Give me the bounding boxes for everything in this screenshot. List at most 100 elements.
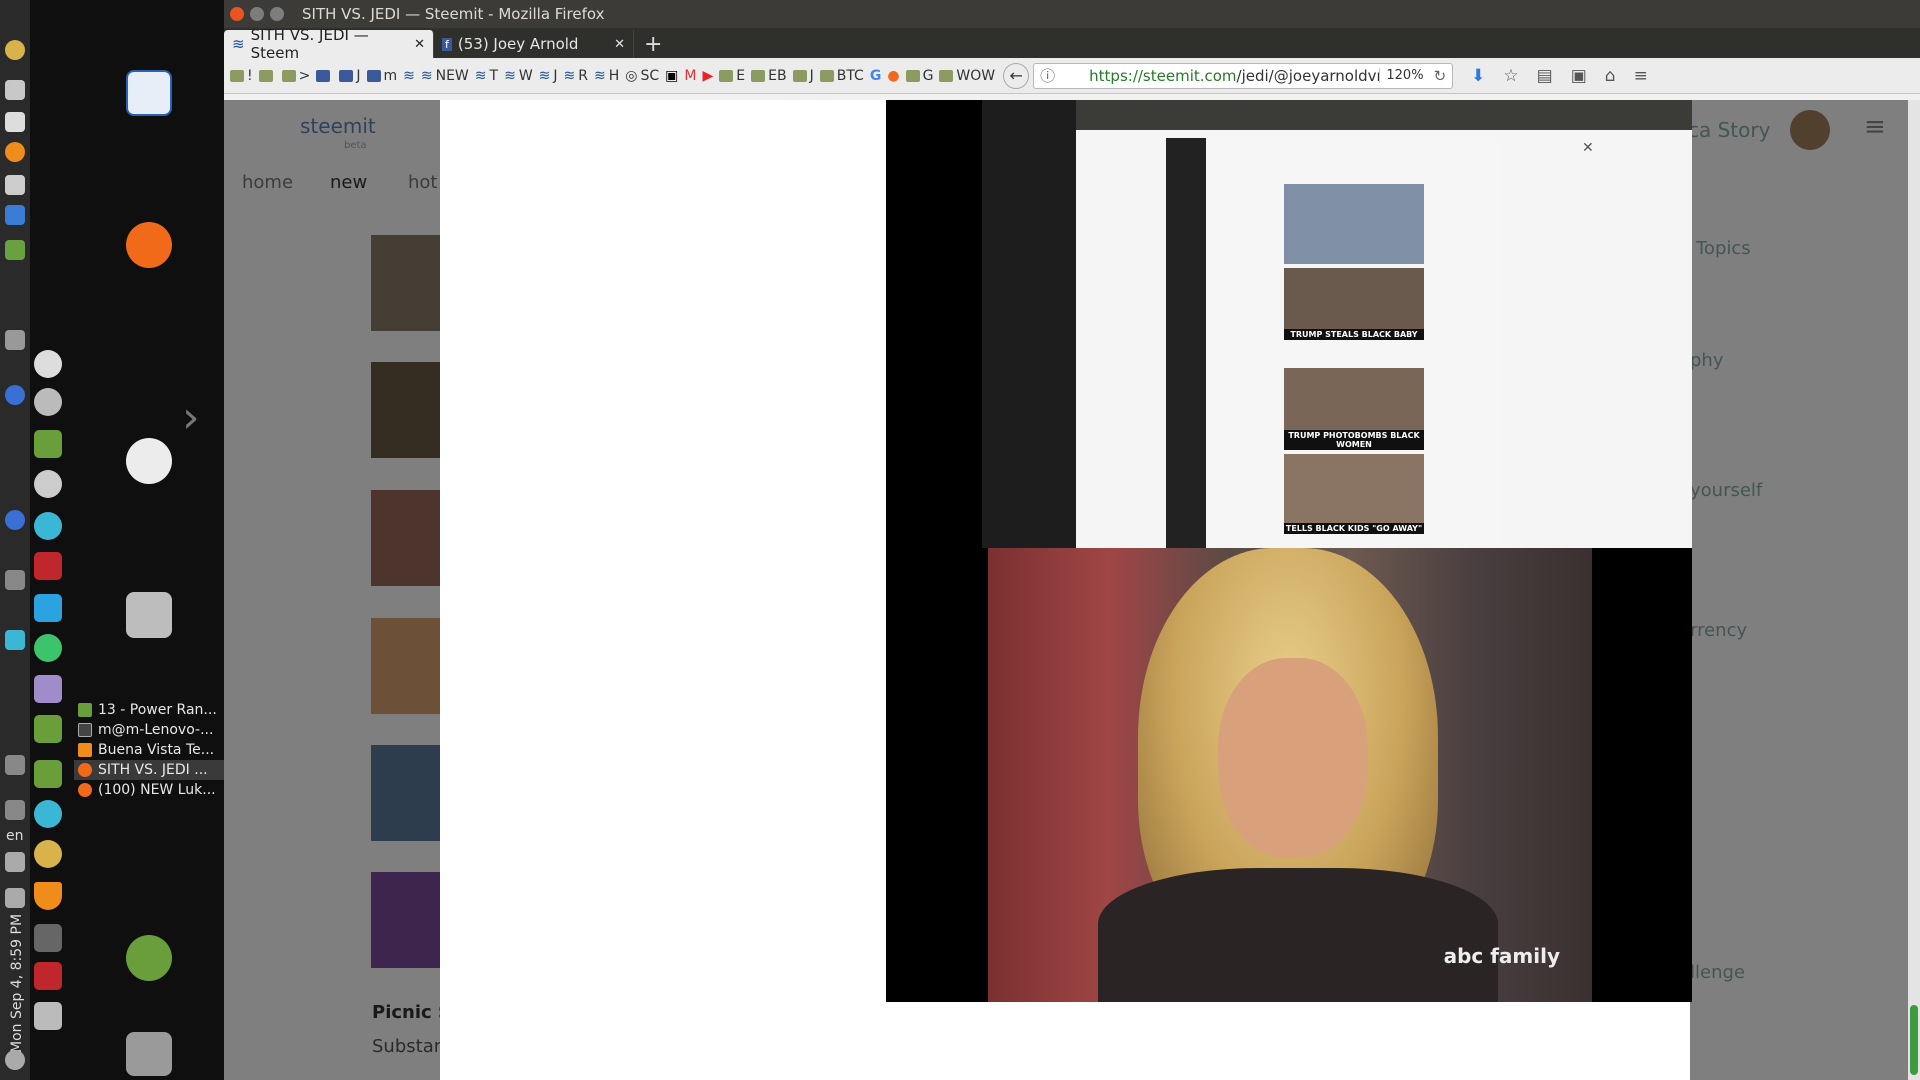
bookmark-item[interactable]: ▶: [702, 68, 713, 84]
bookmark-item[interactable]: ≋ R: [564, 68, 588, 84]
zoom-indicator[interactable]: 120%: [1379, 68, 1429, 83]
bookmark-item[interactable]: ●: [887, 68, 899, 84]
bookmark-item[interactable]: ▣: [665, 68, 678, 84]
calendar-icon[interactable]: [5, 80, 25, 100]
bag-icon[interactable]: [34, 760, 62, 788]
bookmark-item[interactable]: EB: [751, 68, 787, 84]
tab-steemit[interactable]: ≋ SITH VS. JEDI — Steem ✕: [224, 26, 434, 62]
tab-facebook[interactable]: f (53) Joey Arnold ✕: [434, 30, 634, 58]
chromium-icon[interactable]: [5, 510, 25, 530]
bookmark-item[interactable]: G: [870, 68, 882, 84]
filezilla-icon[interactable]: [34, 552, 62, 580]
home-icon[interactable]: ⌂: [1605, 66, 1616, 86]
bookmark-item[interactable]: BTC: [819, 68, 864, 84]
spreadsheet-icon[interactable]: [5, 240, 25, 260]
doge-wallet-icon[interactable]: [34, 840, 62, 868]
screenshot-icon[interactable]: [34, 675, 62, 703]
bookmark-item[interactable]: [258, 69, 276, 82]
chevron-right-icon[interactable]: ›: [182, 392, 200, 443]
bookmark-item[interactable]: !: [230, 68, 253, 84]
obs-icon[interactable]: [34, 350, 62, 378]
firefox-window: SITH VS. JEDI — Steemit - Mozilla Firefo…: [224, 0, 1920, 1080]
gif-container[interactable]: ✕ TRUMP STEALS BLACK BABY TRUMP PHOTOBOM…: [886, 100, 1692, 1002]
new-tab-button[interactable]: +: [634, 30, 672, 58]
bookmark-item[interactable]: E: [719, 68, 745, 84]
filezilla-icon-2[interactable]: [34, 962, 62, 990]
user-switch-icon[interactable]: [126, 935, 172, 981]
close-tab-icon[interactable]: ✕: [414, 37, 425, 52]
bluetooth-icon[interactable]: [5, 755, 25, 775]
url-bar[interactable]: ⓘ https://steemit.com/jedi/@joeyarnoldvn…: [1033, 62, 1454, 89]
system-monitor-icon[interactable]: [5, 330, 25, 350]
eject-icon[interactable]: [5, 112, 25, 132]
bookmark-item[interactable]: ≋ NEW: [421, 68, 469, 84]
monitor-icon[interactable]: [5, 570, 25, 590]
bookmark-item[interactable]: ◎ SC: [625, 68, 659, 84]
file-cabinet-icon[interactable]: [126, 592, 172, 638]
task-item[interactable]: (100) NEW Luk...: [74, 780, 224, 800]
menu-icon[interactable]: ≡: [1634, 66, 1648, 86]
media-player-icon[interactable]: [5, 385, 25, 405]
maximize-button[interactable]: [270, 7, 284, 21]
close-window-button[interactable]: [230, 7, 244, 21]
minimize-button[interactable]: [250, 7, 264, 21]
firefox-icon[interactable]: [126, 222, 172, 268]
bookmark-item[interactable]: ≋ H: [594, 68, 619, 84]
bookmark-item[interactable]: >: [281, 68, 310, 84]
atom-editor-icon[interactable]: [34, 512, 62, 540]
dogecoin-icon[interactable]: [5, 40, 25, 60]
star-icon[interactable]: ☆: [1503, 66, 1518, 86]
back-button[interactable]: ←: [1003, 62, 1030, 89]
globe-icon[interactable]: [34, 388, 62, 416]
reload-icon[interactable]: ↻: [1434, 67, 1447, 85]
calculator-icon[interactable]: [5, 205, 25, 225]
reading-list-icon[interactable]: ▤: [1537, 66, 1553, 86]
window-list: 13 - Power Ran... m@m-Lenovo-... Buena V…: [74, 700, 224, 800]
bookmark-item[interactable]: M: [684, 68, 696, 84]
task-item[interactable]: 13 - Power Ran...: [74, 700, 224, 720]
wifi-icon[interactable]: [5, 800, 25, 820]
clock[interactable]: Mon Sep 4, 8:59 PM: [9, 914, 25, 1053]
hanger-icon[interactable]: [34, 715, 62, 743]
info-icon[interactable]: ⓘ: [1040, 65, 1055, 86]
language-indicator[interactable]: en: [6, 828, 24, 844]
search-files-icon[interactable]: [34, 1002, 62, 1030]
telegram-icon[interactable]: [34, 634, 62, 662]
volume-icon[interactable]: [5, 852, 25, 872]
bookmark-item[interactable]: WOW: [939, 68, 995, 84]
disk-app-icon[interactable]: [34, 430, 62, 458]
bookmark-item[interactable]: m: [366, 68, 397, 84]
task-item[interactable]: SITH VS. JEDI ...: [74, 760, 224, 780]
atom-icon-2[interactable]: [34, 800, 62, 828]
url-text[interactable]: https://steemit.com/jedi/@joeyarnoldvn/s…: [1089, 67, 1379, 85]
ubuntu-icon[interactable]: [126, 438, 172, 484]
face-shape: [1218, 658, 1368, 858]
mountain-app-icon[interactable]: [34, 594, 62, 622]
bookmark-item[interactable]: [316, 69, 333, 82]
bookmark-item[interactable]: J: [339, 68, 361, 84]
battery-icon[interactable]: [5, 888, 25, 908]
bluetooth-app-icon[interactable]: [34, 924, 62, 952]
webcam-icon[interactable]: [34, 470, 62, 498]
download-icon[interactable]: ⬇: [1471, 66, 1485, 86]
bookmark-item[interactable]: J: [792, 68, 814, 84]
bookmark-item[interactable]: ≋ W: [504, 68, 533, 84]
close-tab-icon[interactable]: ✕: [614, 37, 625, 52]
atom-icon[interactable]: [5, 630, 25, 650]
notes-icon[interactable]: [5, 175, 25, 195]
bookmark-item[interactable]: G: [905, 68, 933, 84]
channel-watermark: abc family: [1443, 944, 1560, 968]
task-item[interactable]: m@m-Lenovo-...: [74, 720, 224, 740]
bookmark-item[interactable]: ≋: [403, 68, 415, 84]
bitcoin-icon[interactable]: [5, 142, 25, 162]
document-icon[interactable]: [126, 70, 172, 116]
page-scrollbar[interactable]: [1908, 100, 1920, 1080]
youtube-ext-icon[interactable]: ▣: [1571, 66, 1587, 86]
scroll-thumb[interactable]: [1910, 1005, 1918, 1075]
bookmark-item[interactable]: ≋ J: [539, 68, 558, 84]
task-item[interactable]: Buena Vista Te...: [74, 740, 224, 760]
trash-icon[interactable]: [126, 1032, 172, 1076]
vlc-icon[interactable]: [34, 882, 62, 910]
bookmark-item[interactable]: ≋ T: [475, 68, 498, 84]
power-icon[interactable]: [5, 1050, 25, 1070]
